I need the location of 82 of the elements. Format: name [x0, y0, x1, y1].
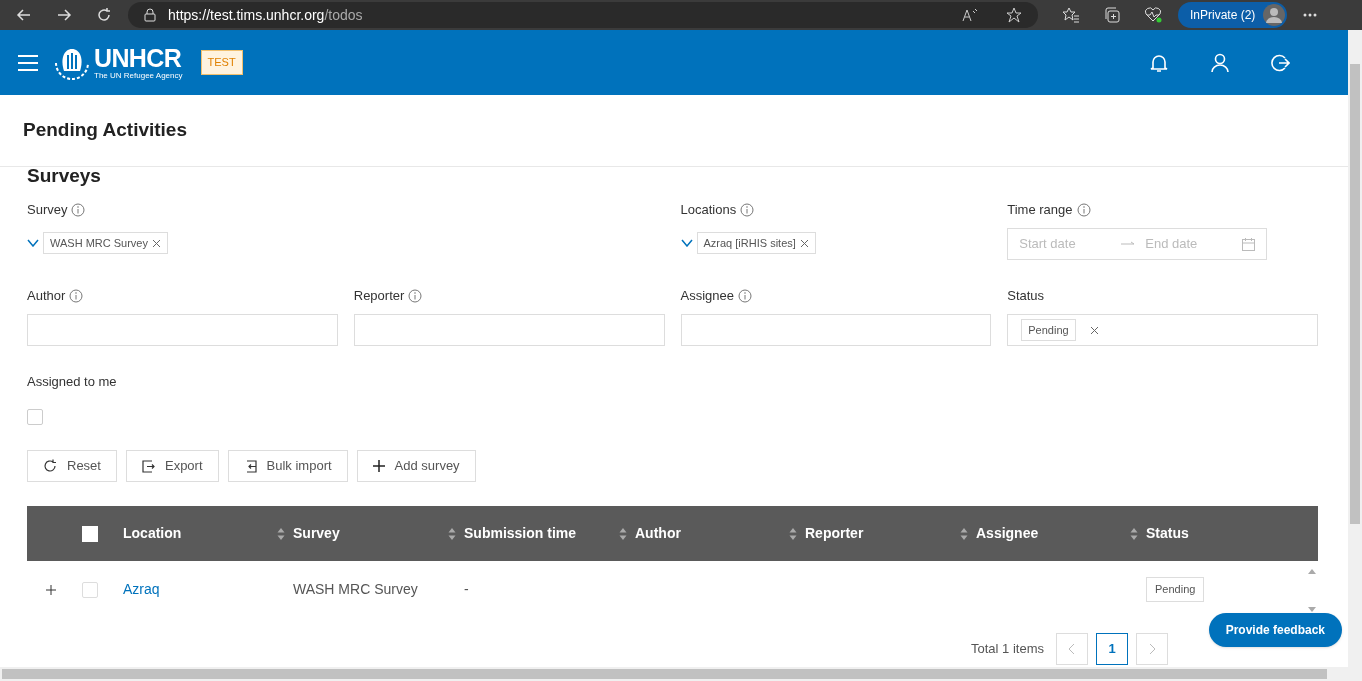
calendar-icon	[1242, 237, 1256, 251]
avatar-icon	[1263, 4, 1286, 26]
checkbox[interactable]	[27, 409, 43, 425]
column-header[interactable]: Reporter	[805, 523, 864, 544]
toolbar-button[interactable]: Add survey	[356, 450, 476, 482]
filter-tag: Pending	[1021, 319, 1076, 341]
collections-icon[interactable]	[1104, 7, 1120, 23]
vertical-scrollbar[interactable]	[1348, 30, 1362, 681]
horizontal-scrollbar[interactable]	[0, 667, 1348, 681]
field-label: Author	[27, 287, 66, 306]
select-all-checkbox[interactable]	[82, 525, 98, 542]
menu-icon[interactable]	[18, 54, 38, 71]
column-header[interactable]: Survey	[293, 523, 340, 544]
sort-icon[interactable]	[448, 526, 456, 541]
field-label: Survey	[27, 201, 68, 220]
field-label: Assigned to me	[27, 373, 117, 392]
sort-icon[interactable]	[1130, 526, 1138, 541]
toolbar-button[interactable]: Export	[125, 450, 219, 482]
feedback-button[interactable]: Provide feedback	[1208, 613, 1342, 647]
url-text: https://test.tims.unhcr.org/todos	[168, 5, 363, 25]
favorites-icon[interactable]	[1062, 7, 1080, 23]
field-label: Reporter	[353, 287, 405, 306]
expand-toggle[interactable]	[46, 584, 56, 595]
field-label: Status	[1007, 287, 1045, 306]
text-input-field[interactable]	[353, 314, 665, 346]
back-icon[interactable]	[16, 7, 32, 23]
filter-tag[interactable]: Azraq [iRHIS sites]	[696, 232, 816, 254]
filter-tag[interactable]: WASH MRC Survey	[43, 232, 168, 254]
location-link[interactable]: Azraq	[123, 581, 160, 597]
field-label: Locations	[680, 201, 737, 220]
logo-title: UNHCR	[94, 45, 183, 71]
page-button[interactable]: 1	[1096, 633, 1128, 665]
close-icon[interactable]	[799, 238, 809, 248]
text-input-field[interactable]	[680, 314, 992, 346]
chevron-right-icon	[1148, 643, 1156, 655]
close-icon[interactable]	[1089, 325, 1099, 335]
total-count: Total 1 items	[971, 640, 1044, 659]
read-aloud-icon[interactable]	[962, 8, 978, 22]
end-date-placeholder: End date	[1145, 235, 1199, 254]
status-select-field[interactable]: Pending	[1007, 314, 1318, 346]
status-tag: Pending	[1146, 577, 1205, 602]
column-header[interactable]: Submission time	[464, 523, 577, 544]
profile-button[interactable]: InPrivate (2)	[1178, 2, 1288, 28]
column-header[interactable]: Author	[635, 523, 681, 544]
sort-icon[interactable]	[960, 526, 968, 541]
row-checkbox[interactable]	[82, 581, 98, 598]
forward-icon[interactable]	[56, 7, 72, 23]
toolbar-button[interactable]: Reset	[27, 450, 117, 482]
star-icon[interactable]	[1006, 7, 1022, 23]
chevron-down-icon[interactable]	[680, 239, 693, 247]
table-cell: WASH MRC Survey	[293, 581, 418, 597]
toolbar-button[interactable]: Bulk import	[227, 450, 348, 482]
heartbeat-icon[interactable]	[1144, 7, 1162, 23]
plus-icon	[372, 460, 385, 472]
field-label: Time range	[1007, 201, 1073, 220]
field-label: Assignee	[680, 287, 734, 306]
more-icon[interactable]	[1303, 13, 1318, 17]
reload-icon[interactable]	[96, 7, 112, 23]
section-title: Surveys	[27, 167, 102, 186]
refresh-icon	[43, 459, 57, 473]
lock-icon	[144, 8, 156, 22]
table-cell: -	[464, 581, 469, 597]
export-icon	[141, 459, 155, 473]
column-header[interactable]: Location	[123, 523, 182, 544]
column-header[interactable]: Status	[1146, 523, 1189, 544]
sort-icon[interactable]	[789, 526, 797, 541]
logo-subtitle: The UN Refugee Agency	[94, 71, 183, 80]
close-icon[interactable]	[152, 238, 161, 248]
environment-badge: TEST	[200, 50, 243, 75]
start-date-placeholder: Start date	[1019, 235, 1077, 254]
chevron-down-icon[interactable]	[27, 239, 39, 247]
bell-icon[interactable]	[1150, 52, 1168, 73]
address-bar[interactable]: https://test.tims.unhcr.org/todos	[128, 2, 1038, 28]
chevron-left-icon	[1068, 643, 1076, 655]
sort-icon[interactable]	[619, 526, 627, 541]
logout-icon[interactable]	[1270, 52, 1290, 73]
text-input-field[interactable]	[27, 314, 338, 346]
user-icon[interactable]	[1210, 52, 1230, 73]
arrow-right-icon	[1121, 241, 1136, 247]
page-title: Pending Activities	[23, 118, 187, 143]
sort-icon[interactable]	[277, 526, 285, 541]
column-header[interactable]: Assignee	[976, 523, 1039, 544]
